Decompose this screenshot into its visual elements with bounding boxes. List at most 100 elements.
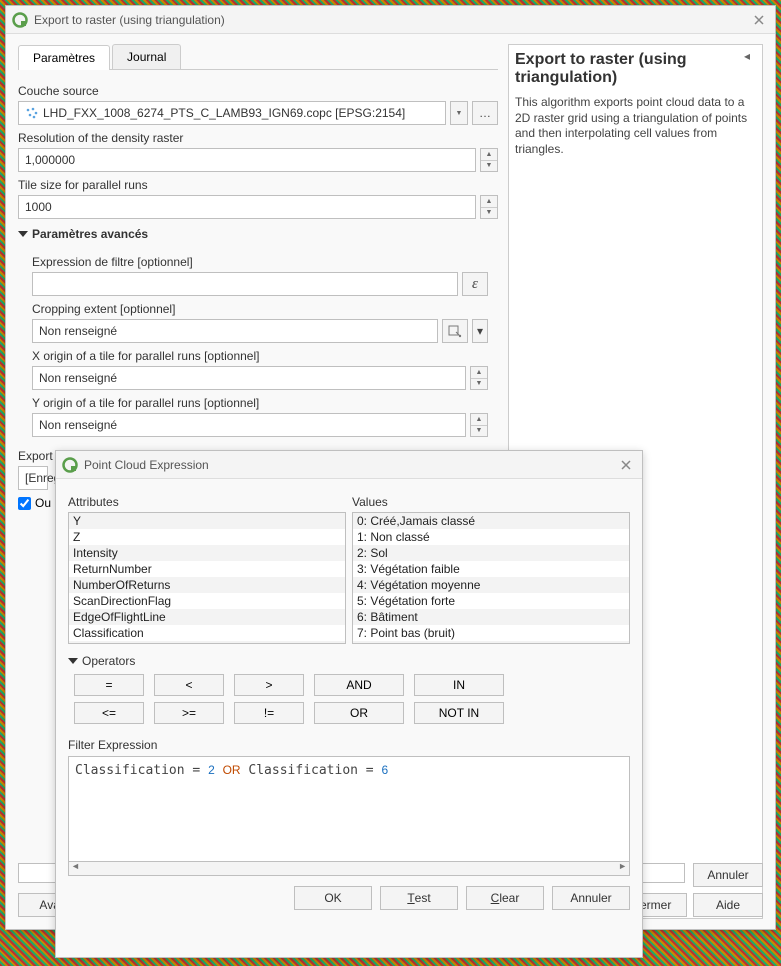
list-item[interactable]: 1: Non classé [353,529,629,545]
list-item[interactable]: 5: Végétation forte [353,593,629,609]
tilesize-spin[interactable]: ▲▼ [480,195,498,219]
export-input[interactable]: [Enreg [18,466,48,490]
extent-picker-button[interactable] [442,319,468,343]
label-crop: Cropping extent [optionnel] [32,302,488,316]
list-item[interactable]: 0: Créé,Jamais classé [353,513,629,529]
popup-cancel-button[interactable]: Annuler [552,886,630,910]
open-output-checkbox[interactable] [18,497,31,510]
help-text: This algorithm exports point cloud data … [515,95,756,157]
list-item[interactable]: ScanAngleRank [69,641,345,644]
list-item[interactable]: ReturnNumber [69,561,345,577]
tilesize-input[interactable]: 1000 [18,195,476,219]
op-and[interactable]: AND [314,674,404,696]
popup-title: Point Cloud Expression [84,458,616,472]
list-item[interactable]: 6: Bâtiment [353,609,629,625]
source-value: LHD_FXX_1008_6274_PTS_C_LAMB93_IGN69.cop… [43,106,405,120]
op-lte[interactable]: <= [74,702,144,724]
filter-input[interactable] [32,272,458,296]
op-notin[interactable]: NOT IN [414,702,504,724]
expression-dialog: Point Cloud Expression Attributes YZInte… [55,450,643,958]
cancel-button-top[interactable]: Annuler [693,863,763,887]
tab-parametres[interactable]: Paramètres [18,45,110,70]
operators-toggle[interactable]: Operators [68,654,630,668]
collapse-icon[interactable]: ◂ [744,49,756,61]
op-lt[interactable]: < [154,674,224,696]
source-combo[interactable]: LHD_FXX_1008_6274_PTS_C_LAMB93_IGN69.cop… [18,101,446,125]
chevron-down-icon: ▼ [481,208,497,219]
chevron-up-icon: ▲ [481,149,497,161]
attributes-list[interactable]: YZIntensityReturnNumberNumberOfReturnsSc… [68,512,346,644]
label-yorigin: Y origin of a tile for parallel runs [op… [32,396,488,410]
label-filter: Expression de filtre [optionnel] [32,255,488,269]
operators-label: Operators [82,654,135,668]
list-item[interactable]: 3: Végétation faible [353,561,629,577]
list-item[interactable]: ScanDirectionFlag [69,593,345,609]
close-icon[interactable] [749,10,769,30]
qgis-icon [12,12,28,28]
popup-titlebar: Point Cloud Expression [56,451,642,479]
popup-close-icon[interactable] [616,455,636,475]
op-or[interactable]: OR [314,702,404,724]
chevron-down-icon: ▼ [451,102,467,124]
triangle-down-icon [18,231,28,237]
list-item[interactable]: NumberOfReturns [69,577,345,593]
list-item[interactable]: 2: Sol [353,545,629,561]
chevron-up-icon: ▲ [471,367,487,379]
help-button[interactable]: Aide [693,893,763,917]
resolution-input[interactable]: 1,000000 [18,148,476,172]
list-item[interactable]: Z [69,529,345,545]
source-browse-button[interactable]: … [472,101,498,125]
triangle-down-icon [68,658,78,664]
xorigin-input[interactable]: Non renseigné [32,366,466,390]
xorigin-spin[interactable]: ▲▼ [470,366,488,390]
resolution-spin[interactable]: ▲▼ [480,148,498,172]
test-button[interactable]: Test [380,886,458,910]
filter-expression-input[interactable]: Classification = 2 OR Classification = 6 [68,756,630,862]
list-item[interactable]: Y [69,513,345,529]
open-output-label: Ou [35,496,51,510]
list-item[interactable]: 8: Réservé [353,641,629,644]
extent-menu-button[interactable]: ▾ [472,319,488,343]
expression-builder-button[interactable]: ε [462,272,488,296]
qgis-icon [62,457,78,473]
label-source: Couche source [18,84,498,98]
label-tilesize: Tile size for parallel runs [18,178,498,192]
list-item[interactable]: EdgeOfFlightLine [69,609,345,625]
clear-button[interactable]: Clear [466,886,544,910]
yorigin-spin[interactable]: ▲▼ [470,413,488,437]
list-item[interactable]: Intensity [69,545,345,561]
chevron-up-icon: ▲ [481,196,497,208]
values-list[interactable]: 0: Créé,Jamais classé1: Non classé2: Sol… [352,512,630,644]
advanced-group: Paramètres avancés Expression de filtre … [18,223,498,443]
label-resolution: Resolution of the density raster [18,131,498,145]
tab-journal[interactable]: Journal [112,44,181,69]
window-title: Export to raster (using triangulation) [34,13,749,27]
yorigin-input[interactable]: Non renseigné [32,413,466,437]
values-label: Values [352,495,630,509]
op-ne[interactable]: != [234,702,304,724]
list-item[interactable]: 4: Végétation moyenne [353,577,629,593]
op-gt[interactable]: > [234,674,304,696]
advanced-label: Paramètres avancés [32,227,148,241]
expression-scrollbar[interactable] [68,862,630,876]
list-item[interactable]: Classification [69,625,345,641]
titlebar: Export to raster (using triangulation) [6,6,775,34]
op-in[interactable]: IN [414,674,504,696]
chevron-up-icon: ▲ [471,414,487,426]
advanced-toggle[interactable]: Paramètres avancés [18,223,498,245]
ok-button[interactable]: OK [294,886,372,910]
source-dropdown[interactable]: ▼ [450,101,468,125]
chevron-down-icon: ▼ [471,379,487,390]
chevron-down-icon: ▼ [481,161,497,172]
attributes-label: Attributes [68,495,346,509]
filter-expression-label: Filter Expression [68,738,630,752]
list-item[interactable]: 7: Point bas (bruit) [353,625,629,641]
help-title: Export to raster (using triangulation) [515,51,756,87]
label-xorigin: X origin of a tile for parallel runs [op… [32,349,488,363]
op-eq[interactable]: = [74,674,144,696]
crop-input[interactable]: Non renseigné [32,319,438,343]
op-gte[interactable]: >= [154,702,224,724]
chevron-down-icon: ▼ [471,426,487,437]
pointcloud-icon [25,106,39,120]
tabbar: Paramètres Journal [18,44,498,70]
